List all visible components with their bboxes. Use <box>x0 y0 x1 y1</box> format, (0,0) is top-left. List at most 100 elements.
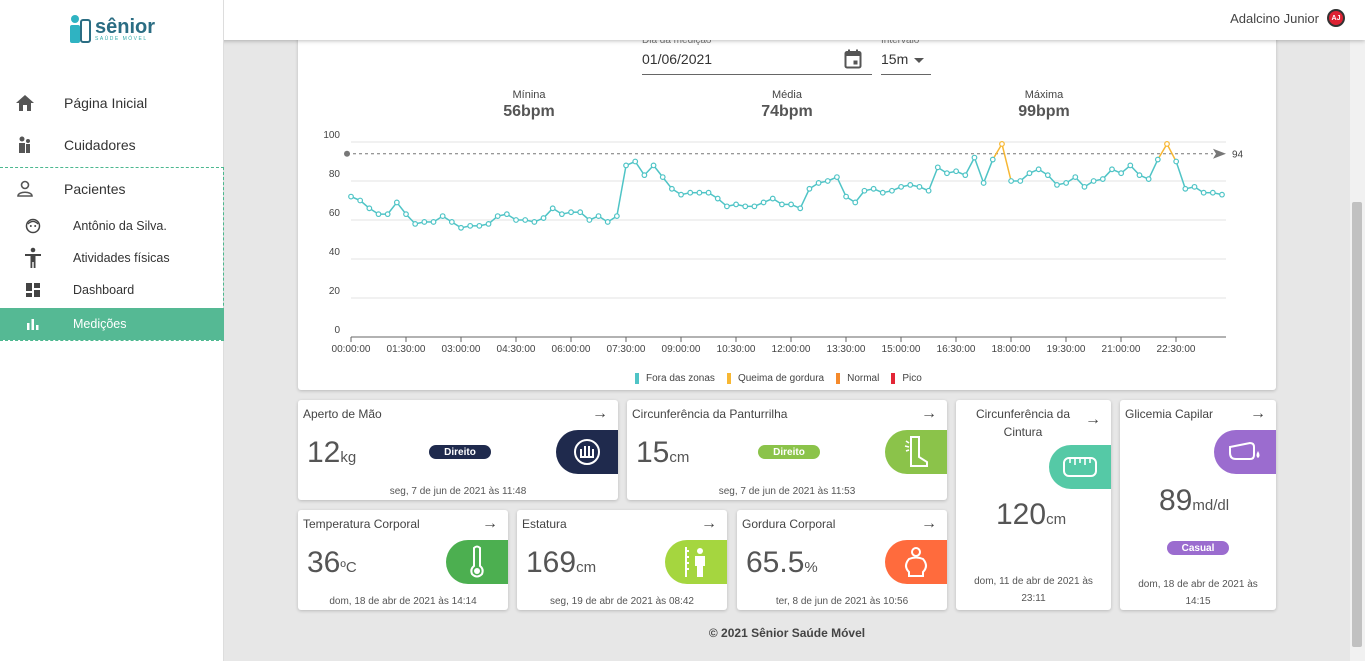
data-point <box>916 183 923 190</box>
heart-rate-card: Dia da medição 01/06/2021 Intervalo 15m … <box>298 30 1276 390</box>
data-point <box>549 205 556 212</box>
calf-unit: cm <box>669 449 690 466</box>
data-point <box>1219 191 1225 198</box>
data-point <box>879 189 886 196</box>
glucose-title: Glicemia Capilar <box>1125 407 1214 421</box>
temperature-unit: ºC <box>340 559 357 576</box>
arrow-right-icon[interactable]: → <box>921 515 937 533</box>
heart-rate-chart[interactable]: 0 20 40 60 80 100 00:00:00 01:30:00 03:00:00 04:3… <box>298 30 1276 390</box>
data-point <box>403 211 409 218</box>
data-point <box>613 213 620 220</box>
y-tick-label: 100 <box>323 130 340 141</box>
data-point <box>889 187 895 194</box>
grip-card[interactable]: Aperto de Mão → 12kg Direito seg, 7 de j… <box>298 400 618 500</box>
logo-tagline: SAÚDE MÓVEL <box>95 36 148 42</box>
data-point <box>348 193 354 200</box>
nav-activities[interactable]: Atividades físicas <box>0 242 224 274</box>
nav-dashboard-label: Dashboard <box>73 283 135 297</box>
sidebar: sênior SAÚDE MÓVEL Página Inicial Cuidad… <box>0 0 224 661</box>
temperature-card[interactable]: Temperatura Corporal → 36ºC dom, 18 de a… <box>298 510 508 610</box>
data-point <box>1017 178 1024 184</box>
nav-home[interactable]: Página Inicial <box>0 91 224 115</box>
data-point <box>714 195 721 202</box>
user-avatar[interactable]: AJ <box>1327 9 1345 27</box>
nav-caregivers[interactable]: Cuidadores <box>0 133 224 157</box>
data-point <box>751 203 758 210</box>
dashboard-icon <box>23 280 43 300</box>
y-tick-label: 80 <box>329 169 341 180</box>
data-point <box>1054 181 1060 188</box>
user-menu[interactable]: Adalcino Junior AJ <box>1230 9 1345 27</box>
data-point <box>678 191 684 198</box>
series-segment <box>1001 143 1012 182</box>
data-point <box>1118 170 1125 177</box>
logo[interactable]: sênior SAÚDE MÓVEL <box>68 14 155 46</box>
series-segment <box>799 188 811 209</box>
data-point <box>1191 183 1198 190</box>
nav-patient[interactable]: Antônio da Silva. <box>0 210 224 242</box>
nav-dashboard[interactable]: Dashboard <box>0 274 224 306</box>
x-tick-label: 03:00:00 <box>442 344 481 355</box>
series-segment <box>1147 159 1159 180</box>
series-segment <box>973 157 985 184</box>
grip-unit: kg <box>340 449 357 466</box>
body-fat-icon <box>885 540 947 584</box>
scrollbar-thumb[interactable] <box>1352 202 1362 647</box>
body-fat-card[interactable]: Gordura Corporal → 65.5% ter, 8 de jun d… <box>737 510 947 610</box>
legend-item[interactable]: Fora das zonas <box>635 373 715 384</box>
arrow-right-icon[interactable]: → <box>592 405 608 423</box>
legend-item[interactable]: Queima de gordura <box>726 373 824 384</box>
legend-label: Pico <box>902 373 922 384</box>
x-tick-label: 09:00:00 <box>662 344 701 355</box>
series-segment <box>1175 161 1187 190</box>
data-point <box>815 180 822 186</box>
home-icon <box>13 91 37 115</box>
data-point <box>568 209 574 216</box>
hand-grip-icon <box>556 430 618 474</box>
data-point <box>824 178 831 184</box>
calf-side-badge: Direito <box>758 445 820 459</box>
data-point <box>458 224 464 231</box>
reference-start-point <box>344 150 350 157</box>
legend-swatch <box>635 373 639 384</box>
temperature-value: 36ºC <box>307 546 357 580</box>
data-point <box>788 201 794 208</box>
data-point <box>485 220 492 227</box>
data-point <box>1173 158 1180 165</box>
data-point <box>375 211 382 218</box>
legend-item[interactable]: Pico <box>891 373 922 384</box>
series-segment <box>836 176 847 197</box>
legend-item[interactable]: Normal <box>836 373 879 384</box>
arrow-right-icon[interactable]: → <box>1085 411 1101 429</box>
data-point <box>595 213 602 220</box>
x-tick-label: 04:30:00 <box>497 344 536 355</box>
arrow-right-icon[interactable]: → <box>482 515 498 533</box>
data-point <box>934 164 941 171</box>
arrow-right-icon[interactable]: → <box>921 405 937 423</box>
nav-patients[interactable]: Pacientes <box>0 177 224 201</box>
arrow-right-icon[interactable]: → <box>701 515 717 533</box>
data-point <box>384 211 391 218</box>
data-point <box>834 174 840 181</box>
data-point <box>494 213 501 220</box>
glucose-card[interactable]: Glicemia Capilar → 89md/dl Casual dom, 1… <box>1120 400 1276 610</box>
logo-icon <box>70 15 91 43</box>
data-point <box>1145 176 1152 182</box>
data-point <box>421 219 428 225</box>
data-point <box>742 203 749 210</box>
footer: © 2021 Sênior Saúde Móvel <box>708 626 866 640</box>
data-point <box>476 222 483 229</box>
data-point <box>1072 174 1079 181</box>
height-card[interactable]: Estatura → 169cm seg, 19 de abr de 2021 … <box>517 510 727 610</box>
calf-title: Circunferência da Panturrilha <box>632 407 788 421</box>
data-point <box>971 154 978 161</box>
person-icon <box>13 177 37 201</box>
nav-measurements[interactable]: Medições <box>0 308 224 340</box>
legend-swatch <box>726 373 731 384</box>
data-point <box>907 181 914 188</box>
calf-card[interactable]: Circunferência da Panturrilha → 15cm Dir… <box>627 400 947 500</box>
arrow-right-icon[interactable]: → <box>1250 405 1266 423</box>
waist-card[interactable]: Circunferência da Cintura → 120cm dom, 1… <box>956 400 1111 610</box>
data-point <box>540 215 547 221</box>
data-point <box>448 219 455 225</box>
